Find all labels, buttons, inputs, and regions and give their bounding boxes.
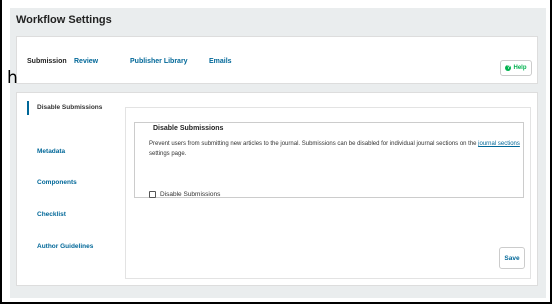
fieldset-description: Prevent users from submitting new articl… (149, 139, 529, 159)
tab-submission[interactable]: Submission (27, 58, 67, 65)
page-title: Workflow Settings (16, 14, 112, 26)
help-circle-icon: ? (505, 65, 512, 71)
disable-submissions-fieldset (134, 122, 524, 198)
sidebar-item-metadata[interactable]: Metadata (27, 145, 123, 159)
checkbox-label: Disable Submissions (160, 191, 221, 198)
save-button[interactable]: Save (499, 247, 525, 269)
help-button[interactable]: ? Help (500, 60, 532, 76)
tab-review[interactable]: Review (74, 58, 98, 65)
journal-sections-link[interactable]: journal sections (478, 141, 520, 147)
description-text: Prevent users from submitting new articl… (149, 141, 479, 147)
sidebar-item-components[interactable]: Components (27, 176, 123, 190)
description-text-end: settings page. (149, 151, 187, 157)
sidebar-item-disable-submissions[interactable]: Disable Submissions (27, 101, 123, 115)
app-frame: Workflow Settings Submission Review Publ… (0, 0, 552, 304)
sidebar-item-author-guidelines[interactable]: Author Guidelines (27, 240, 123, 254)
fieldset-legend: Disable Submissions (149, 125, 228, 132)
disable-submissions-checkbox-row[interactable]: Disable Submissions (149, 191, 220, 198)
stray-text: h (7, 68, 18, 88)
help-label: Help (513, 65, 527, 71)
side-nav: Disable Submissions Metadata Components … (27, 101, 123, 279)
sidebar-item-checklist[interactable]: Checklist (27, 208, 123, 222)
tab-emails[interactable]: Emails (209, 58, 232, 65)
disable-submissions-checkbox[interactable] (149, 191, 156, 198)
tab-bar: Submission Review Publisher Library Emai… (16, 36, 538, 84)
tab-publisher-library[interactable]: Publisher Library (130, 58, 188, 65)
content-area: Disable Submissions Metadata Components … (16, 92, 538, 286)
